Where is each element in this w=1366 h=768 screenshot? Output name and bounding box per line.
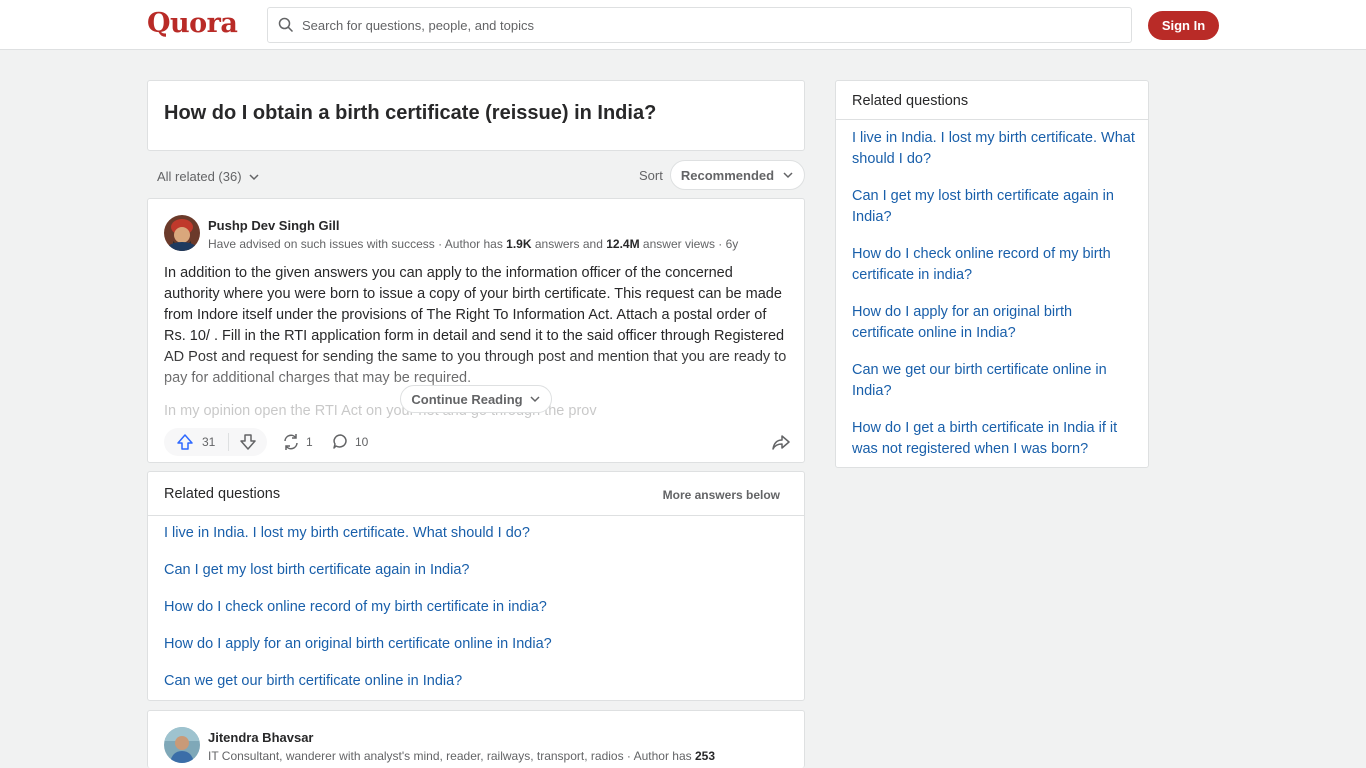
- divider: [836, 119, 1148, 120]
- related-question-link[interactable]: How do I apply for an original birth cer…: [852, 304, 1072, 341]
- sort-dropdown[interactable]: Recommended: [670, 160, 805, 190]
- chevron-down-icon: [249, 173, 259, 180]
- author-name[interactable]: Pushp Dev Singh Gill: [208, 218, 339, 233]
- sidebar-question-list: I live in India. I lost my birth certifi…: [852, 128, 1137, 476]
- search-icon: [278, 17, 294, 33]
- share-button[interactable]: [772, 433, 790, 456]
- all-related-dropdown[interactable]: All related (36): [157, 169, 260, 184]
- avatar[interactable]: [164, 727, 200, 763]
- upvote-icon: [177, 434, 193, 450]
- list-item: How do I get a birth certificate in Indi…: [852, 418, 1137, 476]
- list-item: How do I apply for an original birth cer…: [164, 636, 552, 673]
- list-item: Can we get our birth certificate online …: [852, 360, 1137, 418]
- divider: [148, 515, 804, 516]
- more-answers-below-label: More answers below: [662, 488, 780, 502]
- author-credential: Have advised on such issues with success…: [208, 237, 739, 251]
- sign-in-button[interactable]: Sign In: [1148, 11, 1219, 40]
- sidebar-related-questions: Related questions I live in India. I los…: [835, 80, 1149, 468]
- related-question-link[interactable]: Can we get our birth certificate online …: [164, 673, 462, 689]
- sort-value: Recommended: [680, 167, 775, 183]
- related-question-link[interactable]: How do I get a birth certificate in Indi…: [852, 420, 1117, 457]
- chevron-down-icon: [783, 172, 793, 179]
- downvote-icon: [240, 434, 256, 450]
- list-item: How do I apply for an original birth cer…: [852, 302, 1137, 360]
- list-item: Can I get my lost birth certificate agai…: [164, 562, 552, 599]
- related-question-link[interactable]: How do I check online record of my birth…: [852, 246, 1111, 283]
- comment-count: 10: [355, 434, 369, 449]
- answer-card: Pushp Dev Singh Gill Have advised on suc…: [147, 198, 805, 463]
- search-input[interactable]: [302, 17, 1102, 33]
- related-question-link[interactable]: I live in India. I lost my birth certifi…: [164, 525, 530, 541]
- downvote-button[interactable]: [229, 433, 257, 451]
- list-item: Can we get our birth certificate online …: [164, 673, 552, 710]
- answer-card: Jitendra Bhavsar IT Consultant, wanderer…: [147, 710, 805, 768]
- comment-icon: [333, 434, 347, 449]
- continue-reading-button[interactable]: Continue Reading: [400, 385, 552, 413]
- list-item: I live in India. I lost my birth certifi…: [164, 525, 552, 562]
- upvote-button[interactable]: 31: [164, 433, 228, 451]
- list-item: I live in India. I lost my birth certifi…: [852, 128, 1137, 186]
- share-count-button[interactable]: 1: [282, 433, 313, 451]
- author-name[interactable]: Jitendra Bhavsar: [208, 730, 314, 745]
- upvote-count: 31: [202, 435, 216, 449]
- list-item: How do I check online record of my birth…: [164, 599, 552, 636]
- question-title: How do I obtain a birth certificate (rei…: [164, 102, 657, 124]
- top-header: Quora Sign In: [0, 0, 1366, 50]
- related-question-link[interactable]: How do I apply for an original birth cer…: [164, 636, 552, 652]
- related-question-link[interactable]: Can I get my lost birth certificate agai…: [164, 562, 469, 578]
- all-related-label: All related (36): [157, 169, 242, 184]
- list-item: How do I check online record of my birth…: [852, 244, 1137, 302]
- reshare-count: 1: [306, 435, 313, 449]
- sidebar-heading: Related questions: [852, 93, 969, 109]
- related-question-link[interactable]: I live in India. I lost my birth certifi…: [852, 130, 1135, 167]
- related-questions-card: Related questions More answers below I l…: [147, 471, 805, 701]
- vote-pill: 31: [164, 428, 267, 456]
- quora-logo[interactable]: Quora: [147, 8, 238, 39]
- search-bar[interactable]: [267, 7, 1132, 43]
- related-questions-list: I live in India. I lost my birth certifi…: [164, 525, 552, 710]
- answer-action-bar: 31 1 10: [164, 428, 790, 456]
- author-credential: IT Consultant, wanderer with analyst's m…: [208, 749, 715, 763]
- share-icon: [772, 435, 790, 450]
- avatar[interactable]: [164, 215, 200, 251]
- sort-label: Sort: [639, 168, 663, 183]
- related-question-link[interactable]: How do I check online record of my birth…: [164, 599, 547, 615]
- answer-filter-row: All related (36) Sort Recommended: [147, 160, 805, 190]
- comments-button[interactable]: 10: [332, 433, 368, 450]
- related-questions-heading: Related questions: [164, 486, 281, 502]
- related-question-link[interactable]: Can we get our birth certificate online …: [852, 362, 1107, 399]
- reshare-icon: [284, 434, 298, 450]
- question-card: How do I obtain a birth certificate (rei…: [147, 80, 805, 151]
- related-question-link[interactable]: Can I get my lost birth certificate agai…: [852, 188, 1114, 225]
- chevron-down-icon: [530, 396, 540, 403]
- list-item: Can I get my lost birth certificate agai…: [852, 186, 1137, 244]
